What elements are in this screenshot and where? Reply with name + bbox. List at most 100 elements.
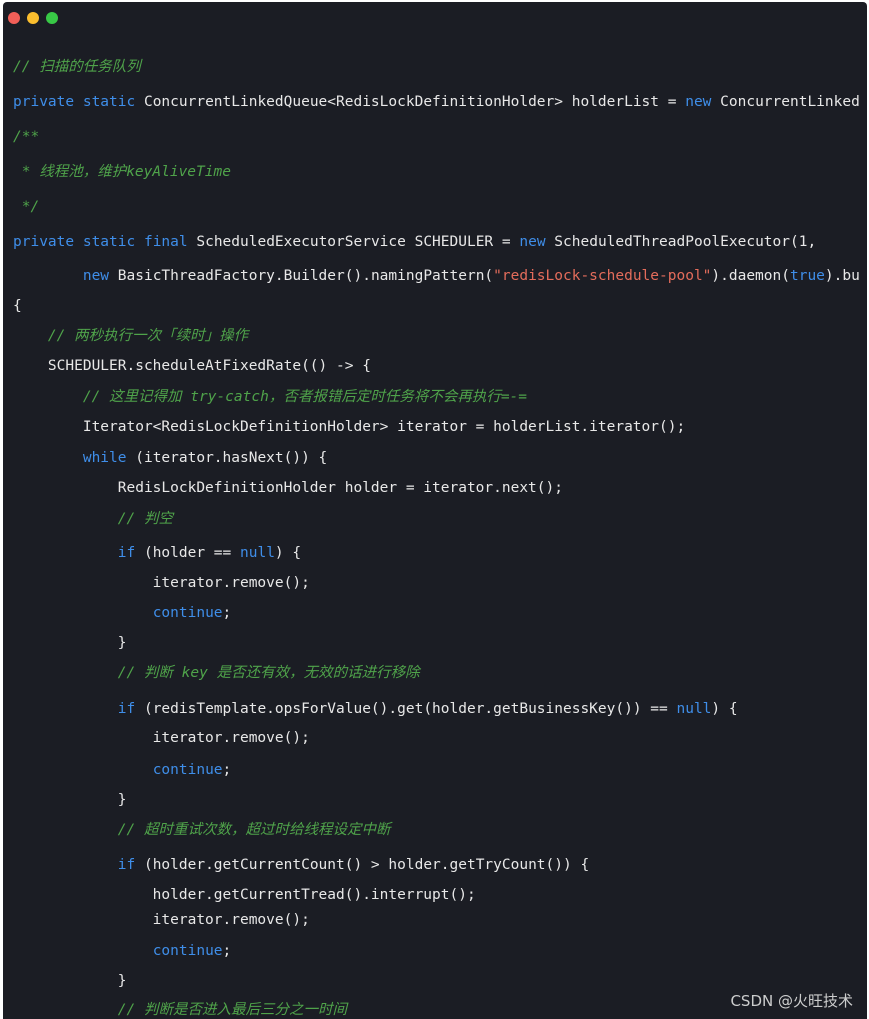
code-keyword: continue	[152, 605, 223, 621]
code-keyword: null	[676, 701, 712, 717]
code-line: if (holder.getCurrentCount() > holder.ge…	[13, 855, 589, 875]
code-line: // 判断 key 是否还有效，无效的话进行移除	[13, 663, 420, 683]
code-line: }	[13, 633, 127, 653]
code-text: ConcurrentLinkedQueue<RedisLockDefinitio…	[135, 94, 686, 110]
code-comment: // 扫描的任务队列	[13, 59, 141, 75]
code-comment: // 这里记得加 try-catch，否者报错后定时任务将不会再执行=-=	[82, 389, 528, 405]
code-keyword: private	[13, 234, 75, 250]
code-text: }	[13, 635, 127, 651]
code-comment: // 超时重试次数，超过时给线程设定中断	[117, 822, 391, 838]
code-line: Iterator<RedisLockDefinitionHolder> iter…	[13, 417, 685, 437]
code-line: new BasicThreadFactory.Builder().namingP…	[13, 266, 860, 286]
code-keyword: while	[82, 450, 127, 466]
code-keyword: final	[143, 234, 188, 250]
code-text: Iterator<RedisLockDefinitionHolder> iter…	[13, 419, 686, 435]
code-line: * 线程池，维护keyAliveTime	[13, 162, 231, 182]
code-line: iterator.remove();	[13, 910, 310, 930]
code-comment: // 判断是否进入最后三分之一时间	[117, 1002, 347, 1018]
code-text: (redisTemplate.opsForValue().get(holder.…	[135, 701, 677, 717]
code-line: iterator.remove();	[13, 728, 310, 748]
code-text: ) {	[711, 701, 738, 717]
code-text: iterator.remove();	[13, 912, 310, 928]
code-line: // 判断是否进入最后三分之一时间	[13, 1000, 347, 1019]
code-text: BasicThreadFactory.Builder().namingPatte…	[109, 268, 494, 284]
code-comment: */	[13, 199, 40, 215]
code-keyword: if	[117, 701, 136, 717]
code-line: /**	[13, 127, 39, 147]
code-comment: // 两秒执行一次「续时」操作	[47, 328, 249, 344]
code-text: ).daemon(	[711, 268, 790, 284]
code-text: SCHEDULER.scheduleAtFixedRate(() -> {	[13, 358, 371, 374]
code-string: "redisLock-schedule-pool"	[493, 268, 712, 284]
code-text: {	[13, 298, 22, 314]
code-line: continue;	[13, 760, 232, 780]
code-text: ;	[222, 762, 232, 778]
code-comment: * 线程池，维护keyAliveTime	[13, 164, 231, 180]
code-line: if (redisTemplate.opsForValue().get(hold…	[13, 699, 738, 719]
code-keyword: continue	[152, 762, 223, 778]
code-keyword: continue	[152, 943, 223, 959]
code-comment: /**	[13, 129, 40, 145]
code-text: holder.getCurrentTread().interrupt();	[13, 887, 476, 903]
code-text: }	[13, 973, 127, 989]
code-keyword: if	[117, 857, 136, 873]
code-line: iterator.remove();	[13, 573, 310, 593]
code-text: ScheduledExecutorService SCHEDULER =	[187, 234, 520, 250]
code-line: */	[13, 197, 39, 217]
code-text: iterator.remove();	[13, 730, 310, 746]
code-line: // 两秒执行一次「续时」操作	[13, 326, 248, 346]
code-keyword: new	[685, 94, 712, 110]
code-keyword: if	[117, 545, 136, 561]
code-text: iterator.remove();	[13, 575, 310, 591]
code-text: RedisLockDefinitionHolder holder = itera…	[13, 480, 563, 496]
watermark: CSDN @火旺技术	[730, 992, 853, 1010]
code-line: if (holder == null) {	[13, 543, 301, 563]
code-comment: // 判空	[117, 511, 173, 527]
code-text: ConcurrentLinked	[711, 94, 860, 110]
code-text: ).bu	[824, 268, 860, 284]
code-keyword: new	[519, 234, 546, 250]
code-keyword: static	[82, 234, 136, 250]
code-comment: // 判断 key 是否还有效，无效的话进行移除	[117, 665, 420, 681]
code-line: while (iterator.hasNext()) {	[13, 448, 327, 468]
code-text: }	[13, 792, 127, 808]
code-text: ;	[222, 943, 232, 959]
code-line: private static final ScheduledExecutorSe…	[13, 232, 816, 252]
code-line: RedisLockDefinitionHolder holder = itera…	[13, 478, 563, 498]
code-line: // 判空	[13, 509, 173, 529]
code-text: ) {	[274, 545, 302, 561]
code-line: }	[13, 790, 127, 810]
code-text: (iterator.hasNext()) {	[126, 450, 328, 466]
code-keyword: private	[13, 94, 75, 110]
code-keyword: null	[240, 545, 275, 561]
code-window: // 扫描的任务队列 private static ConcurrentLinke…	[3, 2, 867, 1019]
code-line: continue;	[13, 941, 232, 961]
code-keyword: new	[82, 268, 110, 284]
code-text: ScheduledThreadPoolExecutor(1,	[545, 234, 817, 250]
code-line: // 超时重试次数，超过时给线程设定中断	[13, 820, 391, 840]
code-line: // 这里记得加 try-catch，否者报错后定时任务将不会再执行=-=	[13, 387, 527, 407]
code-line: private static ConcurrentLinkedQueue<Red…	[13, 92, 860, 112]
code-line: holder.getCurrentTread().interrupt();	[13, 885, 476, 905]
code-block: // 扫描的任务队列 private static ConcurrentLinke…	[3, 2, 867, 1019]
code-keyword: static	[82, 94, 136, 110]
code-line: continue;	[13, 603, 232, 623]
code-line: {	[13, 296, 22, 316]
code-line: }	[13, 971, 127, 991]
